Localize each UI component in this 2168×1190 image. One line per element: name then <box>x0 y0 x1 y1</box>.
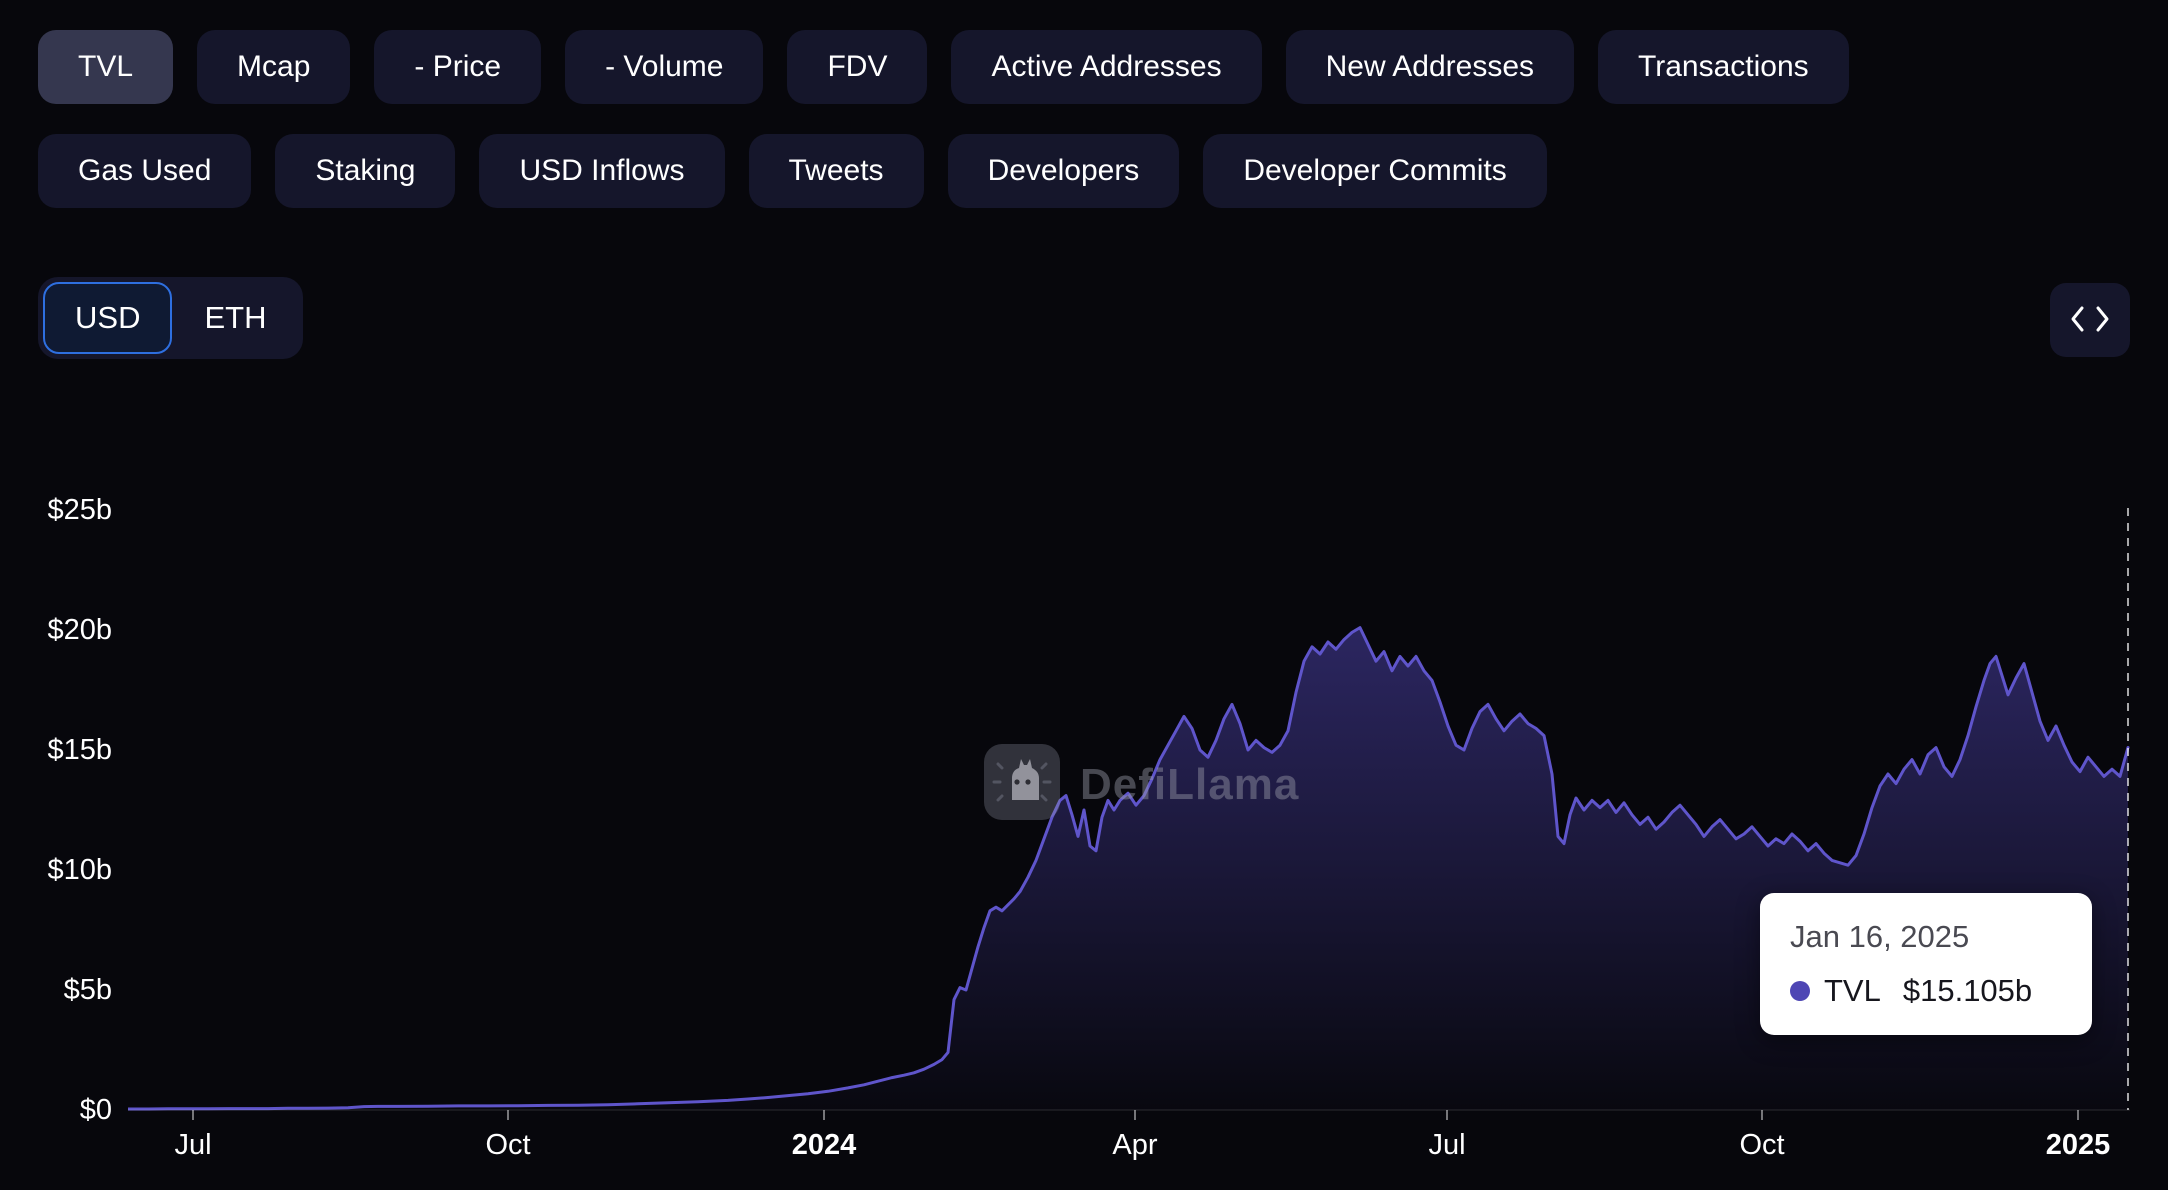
tab-mcap[interactable]: Mcap <box>197 30 351 104</box>
tooltip-series-name: TVL <box>1824 973 1881 1008</box>
tooltip-date: Jan 16, 2025 <box>1790 919 1970 954</box>
metric-tabs: Gas Used Staking USD Inflows Tweets Develope… <box>38 134 1547 208</box>
chart-type-tabs: TVL Mcap - Price - Volume FDV Active Addresse… <box>38 30 1849 104</box>
x-axis-label: Oct <box>485 1129 531 1161</box>
y-axis-label: $25b <box>47 494 112 526</box>
x-axis-label: Jul <box>174 1129 212 1161</box>
y-axis-label: $20b <box>47 614 112 646</box>
embed-code-button[interactable] <box>2050 283 2130 357</box>
x-axis-label: 2025 <box>2045 1129 2111 1161</box>
tab-fdv[interactable]: FDV <box>787 30 928 104</box>
tooltip-value: $15.105b <box>1902 973 2033 1008</box>
tab-active-addresses[interactable]: Active Addresses <box>951 30 1262 104</box>
tvl-series-dot <box>1790 981 1810 1001</box>
y-axis-label: $10b <box>47 854 112 886</box>
tab-tvl[interactable]: TVL <box>38 30 174 104</box>
tab-price[interactable]: - Price <box>374 30 542 104</box>
y-axis-label: $0 <box>79 1094 112 1126</box>
chart-tooltip: Jan 16, 2025 TVL $15.105b <box>1760 893 2092 1035</box>
tab-gas-used[interactable]: Gas Used <box>38 134 252 208</box>
tab-usd-inflows[interactable]: USD Inflows <box>479 134 725 208</box>
tab-transactions[interactable]: Transactions <box>1598 30 1849 104</box>
tab-tweets[interactable]: Tweets <box>748 134 924 208</box>
tab-developer-commits[interactable]: Developer Commits <box>1203 134 1547 208</box>
x-axis-label: Oct <box>1739 1129 1785 1161</box>
tab-staking[interactable]: Staking <box>275 134 456 208</box>
currency-option-usd[interactable]: USD <box>43 282 173 354</box>
tab-new-addresses[interactable]: New Addresses <box>1285 30 1575 104</box>
x-axis-label: Apr <box>1112 1129 1158 1161</box>
currency-toggle: USD ETH <box>38 277 304 359</box>
tab-volume[interactable]: - Volume <box>565 30 764 104</box>
defillama-chart-page: TVL Mcap - Price - Volume FDV Active Addresse… <box>0 0 2168 1190</box>
y-axis-label: $15b <box>47 734 112 766</box>
currency-option-eth[interactable]: ETH <box>172 282 298 354</box>
y-axis-label: $5b <box>63 974 112 1006</box>
code-icon <box>2069 305 2111 336</box>
tvl-area-fill <box>128 627 2128 1110</box>
x-axis-label: Jul <box>1428 1129 1466 1161</box>
x-axis-label: 2024 <box>791 1129 857 1161</box>
tab-developers[interactable]: Developers <box>947 134 1180 208</box>
